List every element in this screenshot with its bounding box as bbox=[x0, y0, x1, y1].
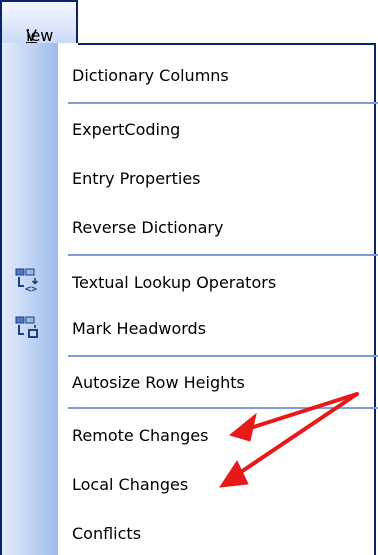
menu-item-entry-properties[interactable]: Entry Properties bbox=[72, 164, 201, 194]
menu-separator bbox=[68, 355, 378, 357]
view-menu-button[interactable]: View bbox=[0, 0, 78, 45]
menu-item-dictionary-columns[interactable]: Dictionary Columns bbox=[72, 61, 229, 91]
menu-separator bbox=[68, 407, 378, 409]
menu-item-conflicts[interactable]: Conflicts bbox=[72, 519, 141, 549]
menu-item-textual-lookup-operators[interactable]: Textual Lookup Operators bbox=[72, 268, 276, 298]
menu-separator bbox=[68, 254, 378, 256]
menu-item-local-changes[interactable]: Local Changes bbox=[72, 470, 188, 500]
menu-item-autosize-row-heights[interactable]: Autosize Row Heights bbox=[72, 368, 245, 398]
menu-bar: View bbox=[0, 0, 378, 45]
menu-item-expert-coding[interactable]: ExpertCoding bbox=[72, 115, 180, 145]
menu-separator bbox=[68, 102, 378, 104]
menu-icon-gutter bbox=[2, 43, 58, 555]
svg-text:<>: <> bbox=[25, 284, 37, 294]
menu-item-remote-changes[interactable]: Remote Changes bbox=[72, 421, 208, 451]
mark-headwords-icon bbox=[14, 315, 42, 341]
menu-item-mark-headwords[interactable]: Mark Headwords bbox=[72, 314, 206, 344]
textual-lookup-operators-icon: <> bbox=[14, 268, 42, 295]
menu-item-reverse-dictionary[interactable]: Reverse Dictionary bbox=[72, 213, 223, 243]
